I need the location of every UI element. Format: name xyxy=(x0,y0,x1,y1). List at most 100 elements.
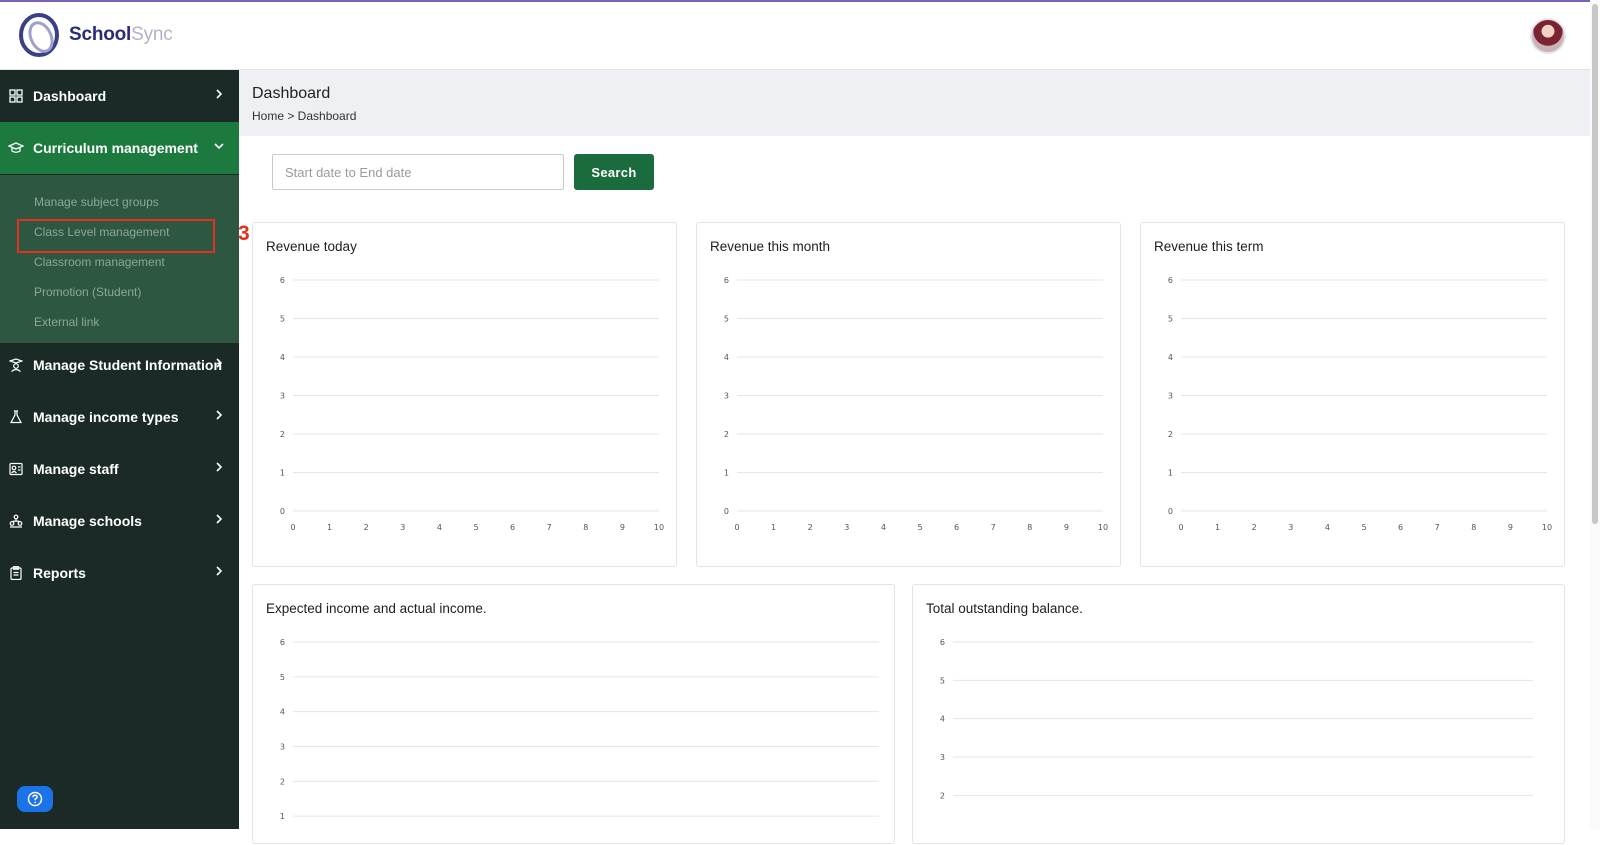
main-content: Dashboard Home > Dashboard Search Revenu… xyxy=(239,70,1590,844)
x-tick-label: 5 xyxy=(1361,523,1366,532)
x-tick-label: 4 xyxy=(1325,523,1330,532)
y-tick-label: 2 xyxy=(940,791,945,800)
sidebar-item-label: Manage schools xyxy=(33,513,142,529)
y-tick-label: 5 xyxy=(280,315,285,324)
help-button[interactable] xyxy=(17,786,53,812)
brand-primary: School xyxy=(69,24,132,45)
sidebar-item-label: Reports xyxy=(33,565,86,581)
submenu-item-classroom-management[interactable]: Classroom management xyxy=(34,255,165,269)
page-header: Dashboard Home > Dashboard xyxy=(239,70,1590,136)
sidebar-item-reports[interactable]: Reports xyxy=(0,547,239,599)
y-tick-label: 3 xyxy=(280,743,285,752)
y-tick-label: 4 xyxy=(280,353,285,362)
sidebar-item-income-types[interactable]: Manage income types xyxy=(0,391,239,443)
x-tick-label: 1 xyxy=(1215,523,1220,532)
x-tick-label: 1 xyxy=(771,523,776,532)
date-range-input[interactable] xyxy=(272,154,564,190)
sidebar-item-label: Manage staff xyxy=(33,461,119,477)
page-scrollbar[interactable] xyxy=(1590,0,1600,829)
sidebar-item-label: Manage Student Information xyxy=(33,357,222,373)
outstanding-balance-chart: 2 3 4 5 6 xyxy=(940,638,1533,800)
sidebar-item-dashboard[interactable]: Dashboard xyxy=(0,70,239,122)
student-icon xyxy=(8,357,24,373)
x-tick-label: 9 xyxy=(1064,523,1069,532)
scrollbar-thumb[interactable] xyxy=(1592,4,1598,524)
schoolsync-logo xyxy=(19,13,59,57)
y-tick-label: 3 xyxy=(940,753,945,762)
y-tick-label: 2 xyxy=(280,777,285,786)
expected-income-chart: 1 2 3 4 5 6 xyxy=(280,638,879,821)
schools-icon xyxy=(8,513,24,529)
annotation-highlight-box xyxy=(17,219,215,253)
y-tick-label: 5 xyxy=(1168,315,1173,324)
y-tick-label: 1 xyxy=(280,469,285,478)
y-tick-label: 0 xyxy=(1168,507,1173,516)
x-tick-label: 6 xyxy=(954,523,959,532)
search-button[interactable]: Search xyxy=(574,154,654,190)
sidebar-item-manage-staff[interactable]: Manage staff xyxy=(0,443,239,495)
x-tick-label: 9 xyxy=(1508,523,1513,532)
y-tick-label: 1 xyxy=(724,469,729,478)
breadcrumb: Home > Dashboard xyxy=(252,109,357,123)
page-title: Dashboard xyxy=(252,85,331,102)
sidebar: Dashboard Curriculum management Manage s… xyxy=(0,70,239,829)
revenue-term-chart: 0 1 2 3 4 5 6 0 1 2 3 4 5 6 7 8 9 10 xyxy=(1168,276,1552,532)
sidebar-item-curriculum-management[interactable]: Curriculum management xyxy=(0,122,239,174)
y-tick-label: 4 xyxy=(1168,353,1173,362)
sidebar-item-label: Curriculum management xyxy=(33,140,198,156)
sidebar-item-manage-schools[interactable]: Manage schools xyxy=(0,495,239,547)
chevron-right-icon xyxy=(216,410,223,420)
chart-card-revenue-term: Revenue this term 0 1 2 3 4 5 6 0 1 2 3 4 5 6 7 8 9 10 xyxy=(1140,222,1565,567)
chevron-right-icon xyxy=(216,89,223,99)
x-tick-label: 10 xyxy=(654,523,664,532)
x-tick-label: 10 xyxy=(1098,523,1108,532)
clipboard-icon xyxy=(8,565,24,581)
y-tick-label: 0 xyxy=(280,507,285,516)
chevron-right-icon xyxy=(216,462,223,472)
graduation-cap-icon xyxy=(8,140,24,156)
y-tick-label: 3 xyxy=(280,392,285,401)
x-tick-label: 1 xyxy=(327,523,332,532)
sidebar-item-student-information[interactable]: Manage Student Information xyxy=(0,339,239,391)
x-tick-label: 9 xyxy=(620,523,625,532)
y-tick-label: 6 xyxy=(280,276,285,285)
chevron-right-icon xyxy=(216,566,223,576)
avatar[interactable] xyxy=(1530,18,1566,54)
chart-card-outstanding-balance: Total outstanding balance. 23456 xyxy=(912,584,1565,844)
x-tick-label: 3 xyxy=(1288,523,1293,532)
submenu-item-promotion-student[interactable]: Promotion (Student) xyxy=(34,285,141,299)
x-tick-label: 2 xyxy=(364,523,369,532)
submenu-item-subject-groups[interactable]: Manage subject groups xyxy=(34,195,159,209)
brand-name: SchoolSync xyxy=(69,24,173,46)
submenu-item-external-link[interactable]: External link xyxy=(34,315,99,329)
x-tick-label: 4 xyxy=(437,523,442,532)
chart-card-expected-income: Expected income and actual income. 12345… xyxy=(252,584,895,844)
x-tick-label: 0 xyxy=(290,523,295,532)
y-tick-label: 1 xyxy=(280,812,285,821)
x-tick-label: 2 xyxy=(808,523,813,532)
question-circle-icon xyxy=(27,791,43,807)
y-tick-label: 5 xyxy=(724,315,729,324)
x-tick-label: 3 xyxy=(844,523,849,532)
y-tick-label: 4 xyxy=(724,353,729,362)
x-tick-label: 5 xyxy=(917,523,922,532)
chart-card-revenue-month: Revenue this month 0 1 2 3 4 5 6 0 1 2 3 4 5 6 7 8 9 10 xyxy=(696,222,1121,567)
curriculum-submenu: Manage subject groups Class Level manage… xyxy=(0,175,239,343)
y-tick-label: 6 xyxy=(280,638,285,647)
chevron-right-icon xyxy=(216,514,223,524)
x-tick-label: 3 xyxy=(400,523,405,532)
revenue-month-chart: 0 1 2 3 4 5 6 0 1 2 3 4 5 6 7 8 9 10 xyxy=(724,276,1108,532)
x-tick-label: 10 xyxy=(1542,523,1552,532)
top-header: SchoolSync xyxy=(0,2,1590,70)
y-tick-label: 3 xyxy=(724,392,729,401)
y-tick-label: 1 xyxy=(1168,469,1173,478)
x-tick-label: 5 xyxy=(473,523,478,532)
chart-card-revenue-today: Revenue today 0 1 2 3 4 5 6 0 1 2 3 4 5 6 7 8 9 10 xyxy=(252,222,677,567)
y-tick-label: 6 xyxy=(940,638,945,647)
chevron-down-icon xyxy=(214,143,224,150)
y-tick-label: 3 xyxy=(1168,392,1173,401)
x-tick-label: 6 xyxy=(510,523,515,532)
x-tick-label: 7 xyxy=(1435,523,1440,532)
x-tick-label: 0 xyxy=(1178,523,1183,532)
x-tick-label: 6 xyxy=(1398,523,1403,532)
